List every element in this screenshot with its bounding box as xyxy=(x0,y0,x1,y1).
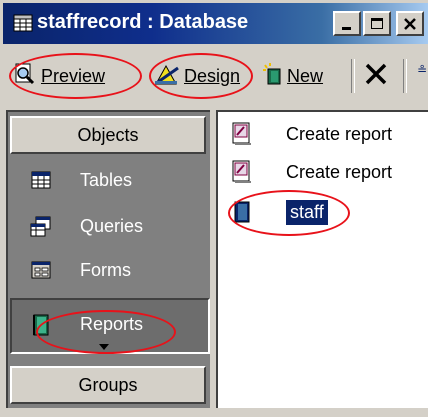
design-icon xyxy=(154,62,180,91)
form-icon xyxy=(30,260,52,280)
preview-button[interactable]: Preview xyxy=(13,59,105,93)
toolbar-separator xyxy=(351,59,355,93)
sidebar-item-reports-selected[interactable]: Reports xyxy=(10,298,210,354)
groups-button[interactable]: Groups xyxy=(10,366,206,404)
wizard-report-icon xyxy=(232,160,252,184)
objects-group-button[interactable]: Objects xyxy=(10,116,206,154)
database-window: staffrecord : Database Preview Design Ne… xyxy=(0,0,428,417)
list-item[interactable]: Create report xyxy=(232,120,392,148)
list-item-label: Create report xyxy=(286,123,393,144)
objects-group-label: Objects xyxy=(77,124,139,145)
sidebar-item-label: Queries xyxy=(80,215,144,236)
maximize-button[interactable] xyxy=(363,11,391,36)
list-item-label: Create report xyxy=(286,161,393,182)
table-icon xyxy=(30,170,52,190)
groups-label: Groups xyxy=(78,374,138,395)
list-item-label: staff xyxy=(285,198,329,226)
reports-list: Create report Create report staff xyxy=(216,110,428,408)
sidebar-item-label: Reports xyxy=(80,313,144,334)
report-icon xyxy=(30,314,52,336)
sidebar-item-tables[interactable]: Tables xyxy=(30,162,132,198)
design-button[interactable]: Design xyxy=(154,59,240,93)
new-label: New xyxy=(287,65,324,86)
delete-button[interactable] xyxy=(363,59,389,93)
close-button[interactable] xyxy=(396,11,424,36)
title-bar[interactable]: staffrecord : Database xyxy=(3,3,428,44)
preview-icon xyxy=(13,62,37,91)
window-title: staffrecord : Database xyxy=(37,11,249,33)
maximize-icon xyxy=(371,17,383,29)
sidebar-item-queries[interactable]: Queries xyxy=(30,208,143,244)
minimize-button[interactable] xyxy=(333,11,361,36)
database-icon xyxy=(13,13,33,33)
toolbar-overflow[interactable]: ≗ xyxy=(417,53,427,87)
minimize-icon xyxy=(342,26,351,30)
delete-icon xyxy=(363,61,389,92)
wizard-report-icon xyxy=(232,122,252,146)
scroll-down-arrow-icon[interactable] xyxy=(98,338,110,356)
sidebar-item-reports[interactable]: Reports xyxy=(30,306,143,342)
toolbar: Preview Design New ≗ xyxy=(3,47,428,105)
preview-label: Preview xyxy=(41,65,106,86)
report-icon xyxy=(232,200,252,224)
objects-bar: Objects Tables Queries Forms Reports Gro… xyxy=(6,110,210,408)
sidebar-item-forms[interactable]: Forms xyxy=(30,252,131,288)
list-item-staff[interactable]: staff xyxy=(232,198,329,226)
toolbar-overflow-label: ≗ xyxy=(417,63,428,77)
query-icon xyxy=(30,216,52,237)
design-label: Design xyxy=(184,65,241,86)
sidebar-item-label: Tables xyxy=(80,169,133,190)
close-icon xyxy=(404,17,416,30)
sidebar-item-label: Forms xyxy=(80,259,131,280)
new-button[interactable]: New xyxy=(261,59,323,93)
toolbar-separator xyxy=(403,59,407,93)
list-item[interactable]: Create report xyxy=(232,158,392,186)
new-icon xyxy=(261,62,283,91)
